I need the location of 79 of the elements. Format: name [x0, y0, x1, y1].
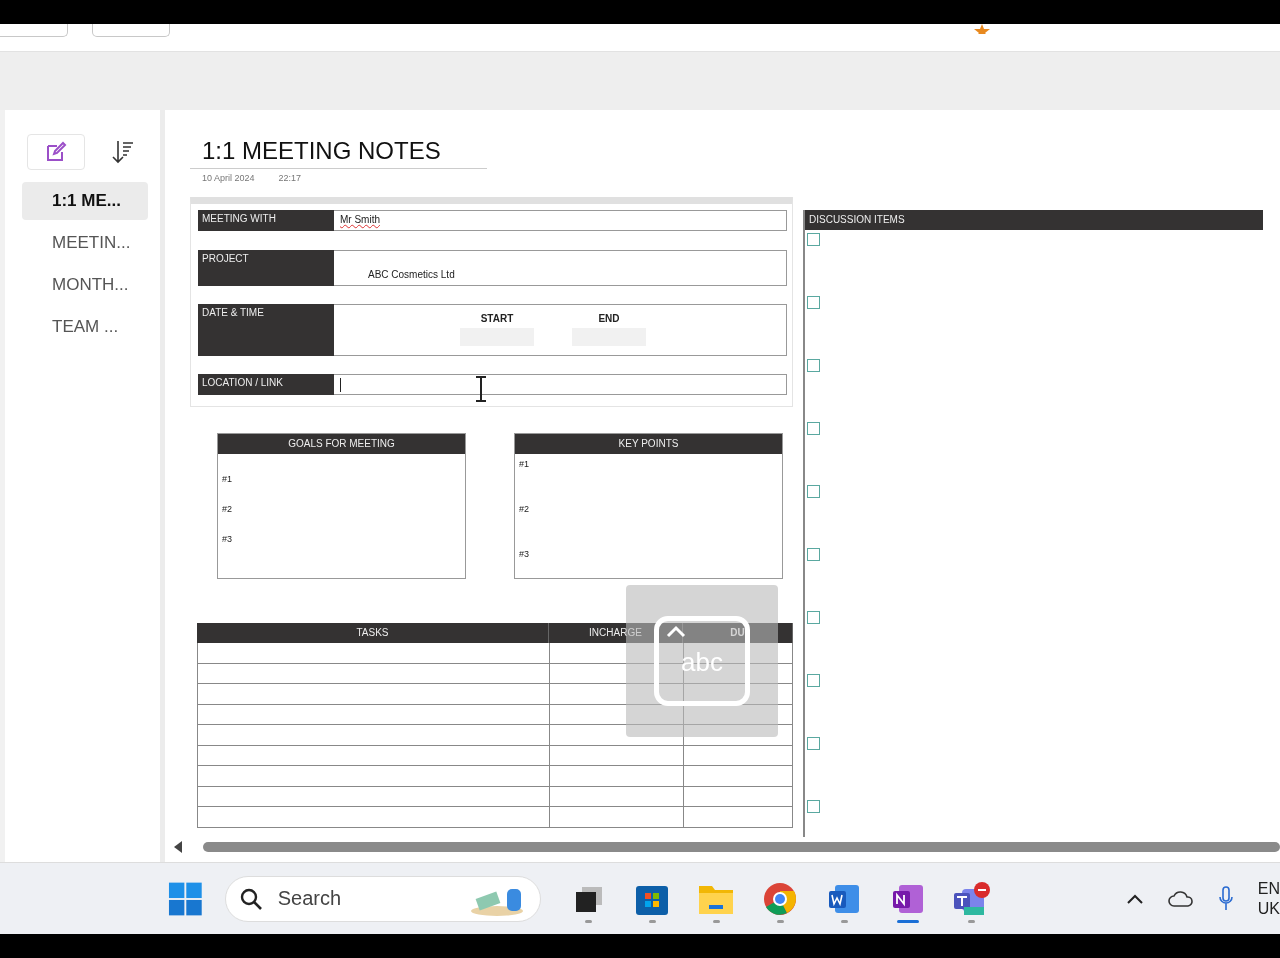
table-cell[interactable] — [197, 786, 549, 807]
edit-icon — [45, 141, 67, 163]
field-label: DATE & TIME — [198, 304, 334, 356]
table-cell[interactable] — [197, 663, 549, 684]
chrome-icon — [763, 881, 798, 916]
panel-heading: DISCUSSION ITEMS — [805, 210, 1263, 230]
page-item[interactable]: MONTH... — [22, 266, 148, 304]
chevron-up-icon[interactable] — [1125, 892, 1144, 905]
start-icon[interactable] — [168, 880, 203, 917]
field-label: MEETING WITH — [198, 210, 334, 231]
table-cell[interactable] — [197, 745, 549, 766]
checkbox[interactable] — [807, 485, 820, 498]
table-cell[interactable] — [683, 745, 793, 766]
table-cell[interactable] — [549, 786, 683, 807]
checkbox[interactable] — [807, 611, 820, 624]
table-cell[interactable] — [197, 725, 549, 746]
end-label: END — [598, 313, 620, 324]
checkbox[interactable] — [807, 359, 820, 372]
new-page-button[interactable] — [27, 134, 85, 170]
field-label: LOCATION / LINK — [198, 374, 334, 395]
search-field[interactable]: Search — [224, 875, 541, 922]
table-cell[interactable] — [549, 766, 683, 787]
table-cell[interactable] — [549, 725, 683, 746]
language-indicator[interactable]: EN UK — [1257, 878, 1280, 919]
table-cell[interactable] — [683, 766, 793, 787]
sort-icon[interactable] — [111, 139, 135, 165]
microphone-icon[interactable] — [1217, 885, 1234, 912]
table-cell[interactable] — [549, 663, 683, 684]
list-number: #1 — [519, 459, 530, 469]
box-heading: KEY POINTS — [515, 434, 782, 454]
scrollbar-thumb[interactable] — [203, 842, 1280, 852]
table-cell[interactable] — [683, 704, 793, 725]
page-item[interactable]: TEAM ... — [22, 308, 148, 346]
table-cell[interactable] — [197, 684, 549, 705]
table-cell[interactable] — [197, 807, 549, 828]
table-cell[interactable] — [683, 725, 793, 746]
teams-icon — [951, 880, 992, 917]
column-header: INCHARGE — [549, 623, 683, 643]
list-number: #3 — [222, 534, 233, 544]
start-label: START — [480, 313, 514, 324]
box-heading: GOALS FOR MEETING — [218, 434, 465, 454]
location-field[interactable] — [334, 374, 787, 395]
table-cell[interactable] — [197, 704, 549, 725]
table-cell[interactable] — [549, 643, 683, 664]
checkbox[interactable] — [807, 800, 820, 813]
column-header: DU — [683, 623, 793, 643]
checkbox[interactable] — [807, 548, 820, 561]
field-label: PROJECT — [198, 250, 334, 286]
scroll-left-icon[interactable] — [173, 841, 183, 853]
page-date: 10 April 2024 — [202, 173, 255, 183]
page-item[interactable]: MEETIN... — [22, 224, 148, 262]
table-cell[interactable] — [683, 786, 793, 807]
star-icon[interactable] — [974, 24, 990, 34]
checkbox[interactable] — [807, 737, 820, 750]
page-time: 22:17 — [278, 173, 302, 183]
project-field[interactable]: ABC Cosmetics Ltd — [334, 250, 787, 286]
table-cell[interactable] — [549, 745, 683, 766]
table-cell[interactable] — [683, 807, 793, 828]
table-cell[interactable] — [197, 766, 549, 787]
page-title[interactable]: 1:1 MEETING NOTES — [190, 136, 487, 169]
list-number: #3 — [519, 549, 530, 559]
checkbox[interactable] — [807, 296, 820, 309]
chevron-up-icon — [665, 625, 687, 639]
checkbox[interactable] — [807, 422, 820, 435]
list-number: #2 — [519, 504, 530, 514]
table-cell[interactable] — [683, 684, 793, 705]
list-number: #1 — [222, 474, 233, 484]
text-cursor-icon — [474, 376, 488, 402]
search-icon — [238, 886, 263, 911]
table-cell[interactable] — [549, 807, 683, 828]
cloud-icon[interactable] — [1167, 889, 1194, 908]
list-number: #2 — [222, 504, 233, 514]
table-cell[interactable] — [197, 643, 549, 664]
meeting-with-field[interactable]: Mr Smith — [334, 210, 787, 231]
table-cell[interactable] — [549, 704, 683, 725]
page-item[interactable]: 1:1 ME... — [22, 182, 148, 220]
checkbox[interactable] — [807, 233, 820, 246]
checkbox[interactable] — [807, 674, 820, 687]
column-header: TASKS — [197, 623, 549, 643]
